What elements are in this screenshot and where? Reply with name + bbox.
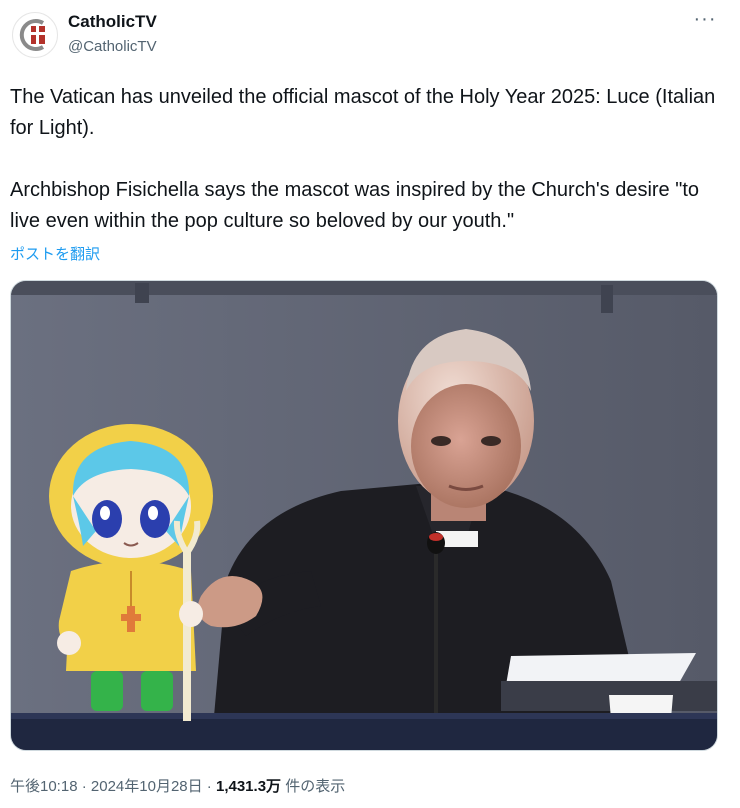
more-options-icon[interactable]: ··· (690, 9, 720, 34)
avatar[interactable] (12, 12, 58, 58)
views-label: 件の表示 (281, 778, 346, 795)
tweet-paragraph-1: The Vatican has unveiled the official ma… (10, 86, 716, 139)
photo-mascot-and-archbishop (11, 281, 717, 750)
tweet-text: The Vatican has unveiled the official ma… (10, 82, 720, 237)
catholictv-logo-icon (19, 19, 45, 51)
tweet-date[interactable]: 2024年10月28日 (91, 778, 203, 795)
account-name[interactable]: CatholicTV (68, 12, 157, 32)
meta-separator: · (77, 778, 91, 795)
account-handle[interactable]: @CatholicTV (68, 38, 157, 55)
tweet-header: CatholicTV @CatholicTV ··· (0, 0, 740, 70)
translate-post-link[interactable]: ポストを翻訳 (10, 243, 100, 264)
tweet-photo[interactable] (10, 280, 718, 751)
tweet-meta: 午後10:18 · 2024年10月28日 · 1,431.3万 件の表示 (10, 775, 345, 796)
meta-separator: · (202, 778, 216, 795)
views-count: 1,431.3万 (215, 778, 282, 795)
tweet-paragraph-2: Archbishop Fisichella says the mascot wa… (10, 179, 700, 232)
tweet-time[interactable]: 午後10:18 (10, 778, 78, 795)
